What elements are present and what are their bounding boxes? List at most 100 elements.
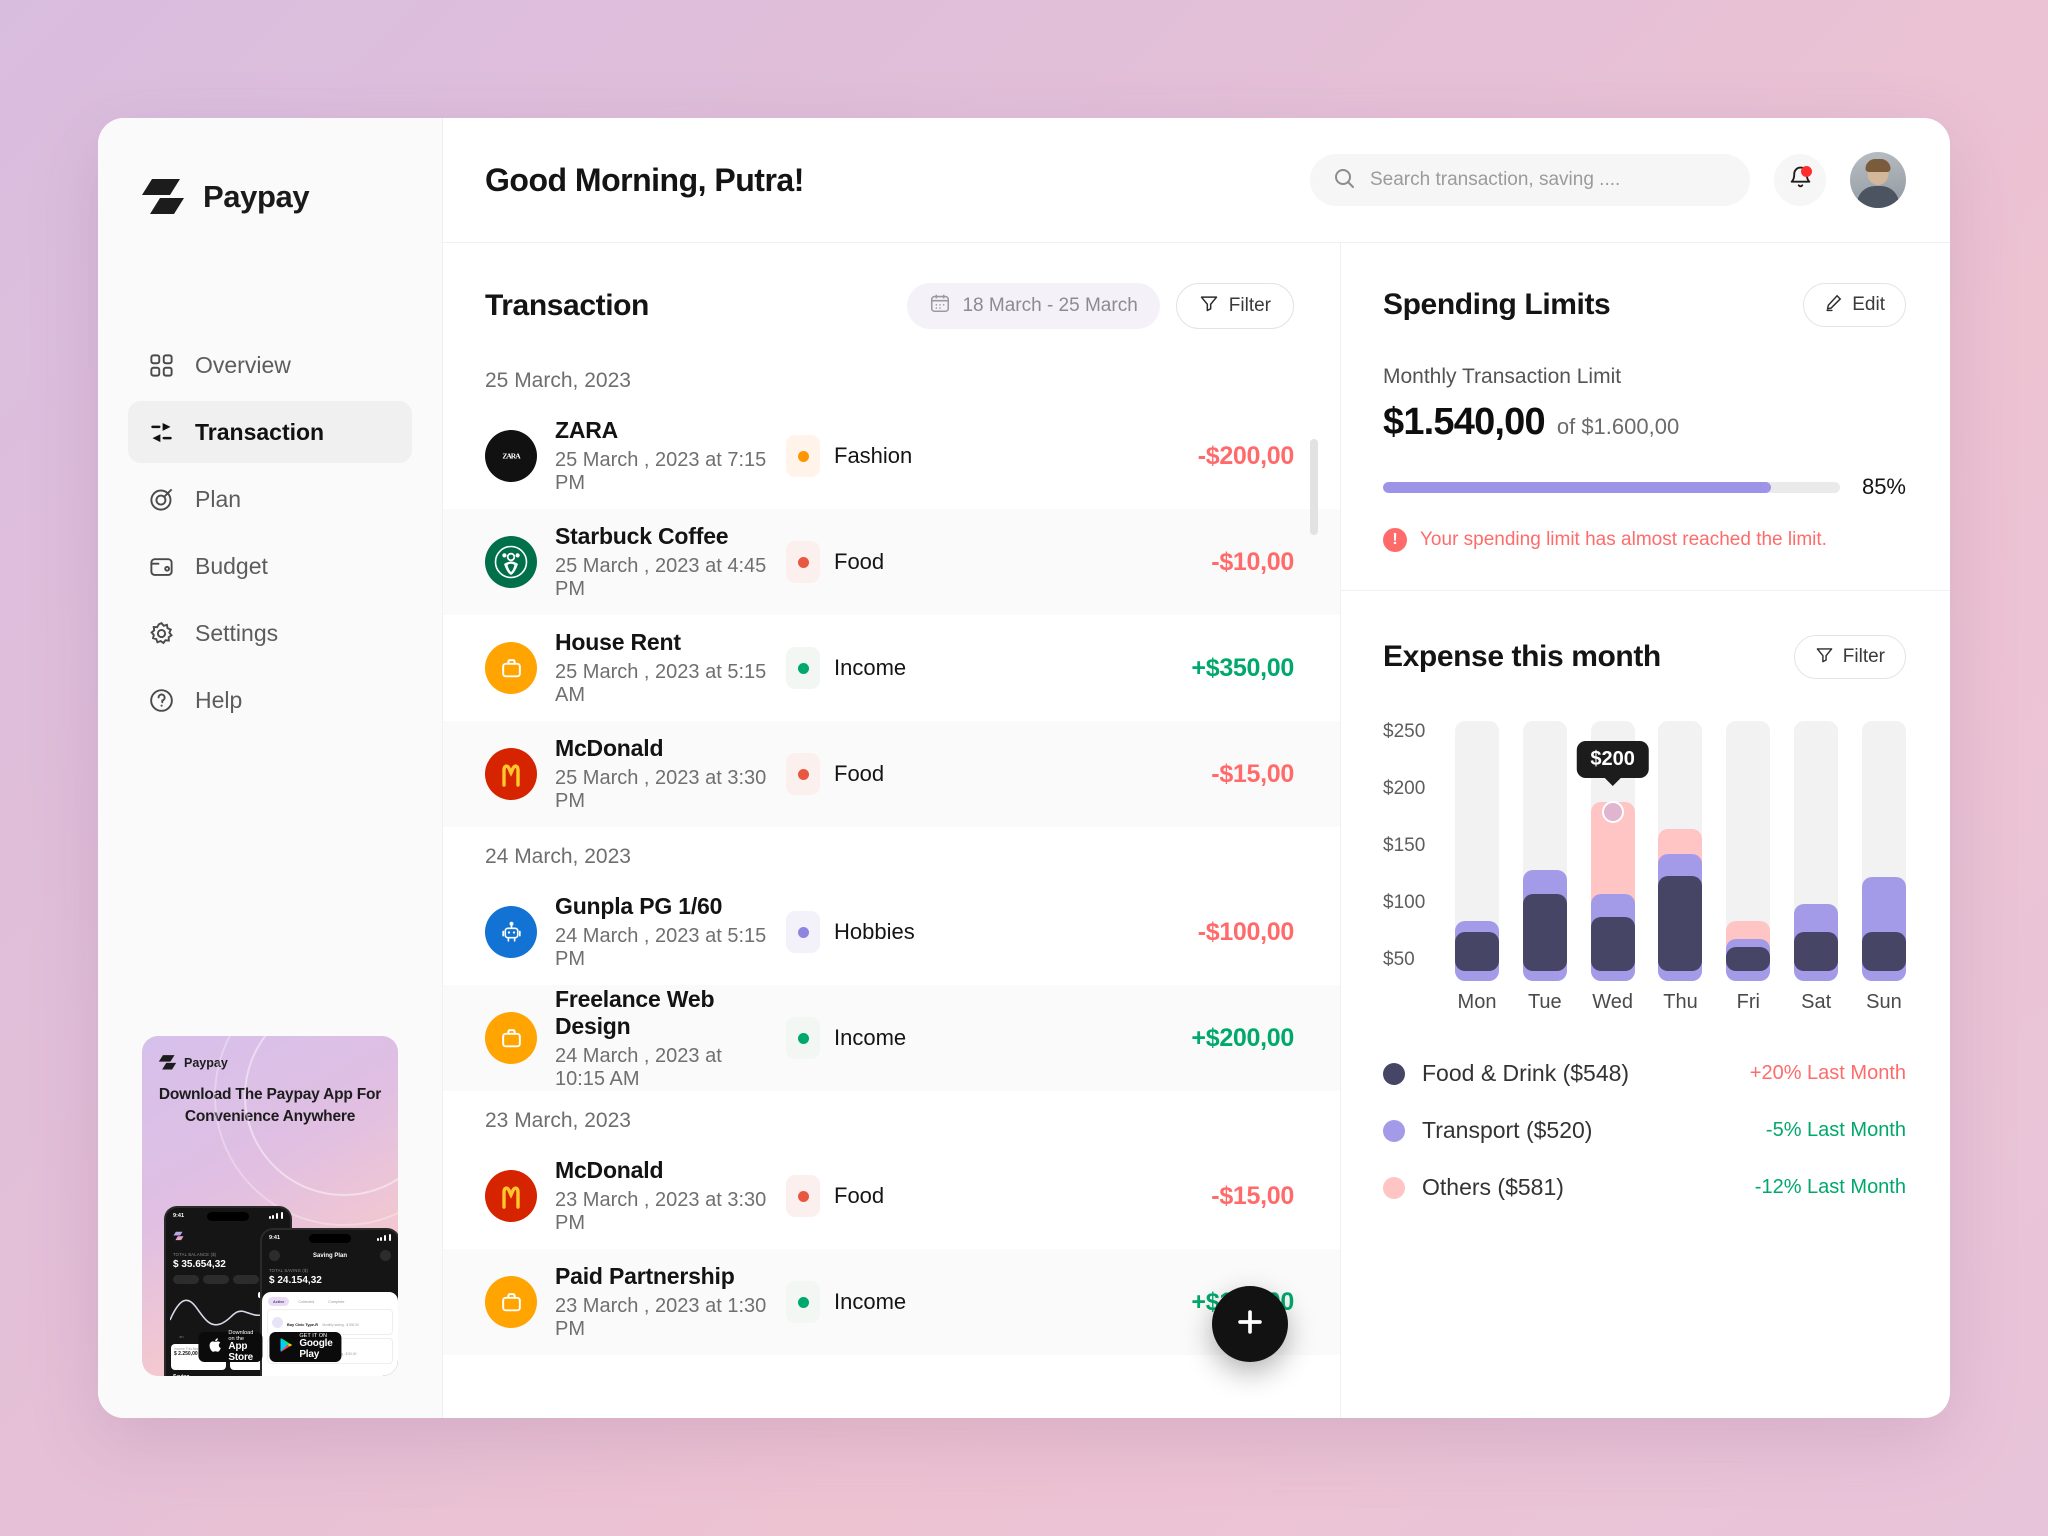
app-store-badge[interactable]: Download on the App Store [198,1330,263,1363]
search-input[interactable] [1370,169,1728,191]
notifications-button[interactable] [1774,154,1826,206]
category-chip [786,1175,820,1217]
category-chip [786,541,820,583]
gear-icon [146,618,176,648]
promo-banner[interactable]: Paypay Download The Paypay App For Conve… [142,1036,398,1376]
avatar[interactable] [1850,152,1906,208]
category-chip [786,435,820,477]
sidebar-item-help[interactable]: Help [128,669,412,731]
category-label: Income [834,1289,907,1314]
question-circle-icon [146,685,176,715]
expense-filter-button[interactable]: Filter [1793,635,1906,679]
transaction-filter-button[interactable]: Filter [1175,283,1294,329]
category-chip [786,911,820,953]
category-label: Food [834,549,885,574]
date-range-picker[interactable]: 18 March - 25 March [907,283,1160,329]
google-play-icon [278,1336,294,1359]
transaction-name: House Rent [555,629,681,655]
transaction-name: ZARA [555,417,619,443]
sidebar-item-budget[interactable]: Budget [128,535,412,597]
expense-panel: Expense this month Filter $250 $200 $150… [1341,635,1950,1014]
avatar-hair [1865,159,1891,172]
sidebar-item-label: Settings [195,619,279,646]
annotated-segment: $200 [1576,741,1649,971]
signal-icon [376,1234,391,1241]
table-row[interactable]: House Rent 25 March , 2023 at 5:15 AM In… [443,615,1340,721]
limit-progress-fill [1383,481,1772,493]
bar-column-mon[interactable] [1455,721,1499,981]
table-row[interactable]: McDonald 23 March , 2023 at 3:30 PM Food… [443,1143,1340,1249]
bell-icon [379,1250,391,1261]
y-tick: $250 [1383,721,1426,742]
phone-notch [309,1234,351,1243]
transaction-time: 25 March , 2023 at 7:15 PM [555,449,767,494]
y-tick: $150 [1383,835,1426,856]
badge-large-text: Google Play [299,1338,333,1360]
filter-label: Filter [1228,295,1271,316]
y-tick: $100 [1383,892,1426,913]
edit-spending-limit-button[interactable]: Edit [1803,283,1906,327]
legend-dot [1383,1176,1405,1199]
legend-change: -5% Last Month [1765,1119,1906,1141]
scrollbar[interactable] [1310,439,1318,535]
category-label: Hobbies [834,919,915,944]
search-bar[interactable] [1310,154,1750,206]
table-row[interactable]: Starbuck Coffee 25 March , 2023 at 4:45 … [443,509,1340,615]
category-chip [786,1017,820,1059]
transaction-time: 24 March , 2023 at 10:15 AM [555,1044,722,1090]
bar-column-tue[interactable] [1522,721,1567,981]
table-row[interactable]: Paid Partnership 23 March , 2023 at 1:30… [443,1249,1340,1355]
zara-logo: ZARA [485,430,537,482]
phone-time: 9:41 [173,1212,185,1219]
bar-segment-food-drink [1861,931,1906,971]
phone-time: 9:41 [269,1234,281,1241]
table-row[interactable]: ZARA ZARA 25 March , 2023 at 7:15 PM Fas… [443,403,1340,509]
app-window: Paypay Overview Transaction Plan Budget … [98,118,1950,1418]
sidebar-item-settings[interactable]: Settings [128,602,412,664]
right-panel: Spending Limits Edit Monthly Transaction… [1340,243,1950,1418]
transaction-arrows-icon [146,417,176,447]
calendar-icon [929,292,951,320]
brand-name: Paypay [203,179,310,214]
limit-warning: ! Your spending limit has almost reached… [1383,528,1906,590]
sidebar-item-plan[interactable]: Plan [128,468,412,530]
transaction-time: 24 March , 2023 at 5:15 PM [555,925,767,970]
category-dot [797,1032,809,1044]
svg-text:ZARA: ZARA [502,452,521,461]
bar-column-sat[interactable] [1794,721,1839,981]
page-title: Good Morning, Putra! [485,161,804,198]
chart-tooltip: $200 [1576,741,1649,779]
sidebar-item-transaction[interactable]: Transaction [128,401,412,463]
apple-icon [207,1336,223,1359]
tab-collected: Collected [298,1299,315,1304]
sidebar-item-overview[interactable]: Overview [128,334,412,396]
sidebar: Paypay Overview Transaction Plan Budget … [98,118,443,1418]
briefcase-icon [485,642,537,694]
table-row[interactable]: Freelance Web Design 24 March , 2023 at … [443,985,1340,1091]
transaction-time: 23 March , 2023 at 1:30 PM [555,1295,767,1340]
google-play-badge[interactable]: GET IT ON Google Play [269,1332,342,1362]
transaction-time: 25 March , 2023 at 5:15 AM [555,661,767,706]
bar-segment-food-drink [1658,875,1703,971]
category-label: Income [834,655,907,680]
edit-label: Edit [1852,294,1885,315]
category-dot [797,1190,809,1202]
paypay-logo-icon [158,1054,177,1071]
transaction-time: 25 March , 2023 at 4:45 PM [555,555,767,600]
transaction-list[interactable]: 25 March, 2023 ZARA ZARA 25 March , 2023… [443,329,1340,1418]
table-row[interactable]: McDonald 25 March , 2023 at 3:30 PM Food… [443,721,1340,827]
tab-active: Active [268,1297,290,1306]
bar-column-fri[interactable] [1726,721,1771,981]
add-transaction-button[interactable] [1212,1286,1288,1362]
phone-saving-total: $ 24.154,32 [269,1275,322,1286]
briefcase-icon [485,1012,537,1064]
chart-point-marker[interactable] [1601,801,1624,824]
transaction-section: Transaction 18 March - 25 March Filter 2… [443,243,1340,1418]
bar-column-thu[interactable] [1658,721,1703,981]
bar-column-sun[interactable] [1861,721,1906,981]
table-row[interactable]: Gunpla PG 1/60 24 March , 2023 at 5:15 P… [443,879,1340,985]
x-tick-tue: Tue [1527,991,1562,1013]
x-tick-thu: Thu [1663,991,1698,1013]
bar-column-wed[interactable]: $200 [1576,721,1649,981]
funnel-icon [1815,645,1834,670]
